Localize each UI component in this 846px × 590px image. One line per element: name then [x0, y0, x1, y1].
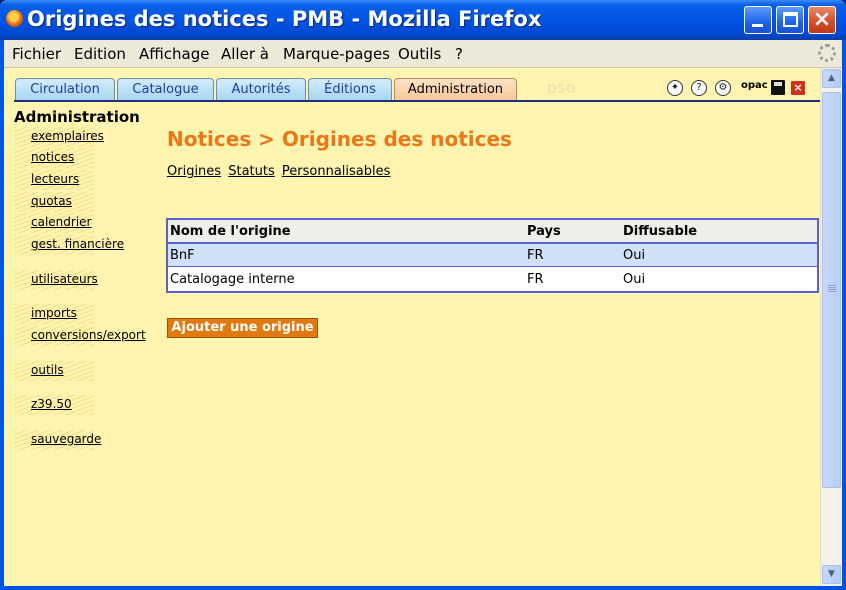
ghost-tab-label: DSO: [547, 82, 576, 96]
add-origin-button[interactable]: Ajouter une origine: [167, 318, 318, 338]
origins-table: Nom de l'origine Pays Diffusable BnF FR …: [166, 218, 819, 293]
tab-administration[interactable]: Administration: [394, 78, 517, 100]
cell-origin-name: BnF: [170, 248, 195, 263]
sidebar-item-exemplaires[interactable]: exemplaires: [14, 127, 154, 149]
menu-help[interactable]: ?: [455, 45, 463, 63]
sidebar-item-utilisateurs[interactable]: utilisateurs: [14, 270, 154, 292]
window-title: Origines des notices - PMB - Mozilla Fir…: [27, 7, 542, 31]
menu-outils[interactable]: Outils: [398, 45, 441, 63]
vertical-scrollbar[interactable]: ▲ ▼: [820, 68, 842, 586]
table-row[interactable]: BnF FR Oui: [168, 244, 817, 267]
tab-editions[interactable]: Éditions: [308, 78, 392, 100]
sidebar-item-sauvegarde[interactable]: sauvegarde: [14, 430, 154, 452]
menu-bar: Fichier Edition Affichage Aller à Marque…: [4, 40, 842, 68]
sidebar-link[interactable]: outils: [31, 363, 64, 377]
column-header-name: Nom de l'origine: [170, 224, 291, 239]
help-icon[interactable]: ?: [691, 80, 707, 96]
sidebar-link[interactable]: quotas: [31, 194, 72, 208]
firefox-icon: [6, 10, 23, 27]
close-window-button[interactable]: ×: [808, 6, 836, 34]
opac-icon[interactable]: opac: [741, 80, 768, 91]
sidebar-item-outils[interactable]: outils: [14, 361, 154, 383]
sidebar-link[interactable]: notices: [31, 150, 74, 164]
scroll-thumb[interactable]: [822, 92, 841, 488]
column-header-country: Pays: [527, 224, 561, 239]
preferences-icon[interactable]: ⚙: [715, 80, 731, 96]
save-icon[interactable]: [771, 80, 785, 95]
minimize-icon: [752, 24, 763, 27]
compass-icon[interactable]: ✦: [667, 80, 683, 96]
tab-catalogue[interactable]: Catalogue: [117, 78, 214, 100]
scroll-up-button[interactable]: ▲: [822, 69, 841, 88]
menu-fichier[interactable]: Fichier: [12, 45, 61, 63]
close-icon: ×: [812, 7, 832, 32]
sidebar-item-quotas[interactable]: quotas: [14, 192, 154, 214]
column-header-diffusable: Diffusable: [623, 224, 698, 239]
sidebar-link[interactable]: lecteurs: [31, 172, 79, 186]
sidebar-link[interactable]: gest. financière: [31, 237, 124, 251]
cell-diffusable: Oui: [623, 248, 646, 263]
tabs-underline: [14, 100, 820, 102]
link-personnalisables[interactable]: Personnalisables: [282, 164, 391, 179]
sidebar-item-notices[interactable]: notices: [14, 148, 154, 170]
maximize-icon: [783, 12, 798, 27]
sidebar-link[interactable]: exemplaires: [31, 129, 104, 143]
throbber-icon: [818, 44, 836, 62]
sidebar-item-conversions-export[interactable]: conversions/export: [14, 326, 154, 348]
sidebar-item-lecteurs[interactable]: lecteurs: [14, 170, 154, 192]
grip-icon: [828, 285, 836, 292]
sidebar-link[interactable]: imports: [31, 306, 77, 320]
cell-country: FR: [527, 272, 544, 287]
sidebar-item-calendrier[interactable]: calendrier: [14, 213, 154, 235]
sidebar-item-gest-financiere[interactable]: gest. financière: [14, 235, 154, 257]
tab-circulation[interactable]: Circulation: [15, 78, 115, 100]
menu-aller-a[interactable]: Aller à: [221, 45, 269, 63]
page-title: Notices > Origines des notices: [167, 127, 512, 151]
link-origines[interactable]: Origines: [167, 164, 221, 179]
cell-country: FR: [527, 248, 544, 263]
browser-window: Origines des notices - PMB - Mozilla Fir…: [0, 0, 846, 590]
cell-diffusable: Oui: [623, 272, 646, 287]
cell-origin-name: Catalogage interne: [170, 272, 295, 287]
table-header: Nom de l'origine Pays Diffusable: [168, 220, 817, 244]
sidebar-link[interactable]: z39.50: [31, 397, 72, 411]
page-content: Circulation Catalogue Autorités Éditions…: [4, 68, 820, 586]
link-statuts[interactable]: Statuts: [228, 164, 275, 179]
sidebar-link[interactable]: sauvegarde: [31, 432, 101, 446]
menu-marque-pages[interactable]: Marque-pages: [283, 45, 390, 63]
scroll-down-button[interactable]: ▼: [822, 565, 841, 584]
sidebar-item-imports[interactable]: imports: [14, 304, 154, 326]
minimize-button[interactable]: [744, 6, 772, 34]
tab-autorites[interactable]: Autorités: [216, 78, 306, 100]
sidebar-link[interactable]: conversions/export: [31, 328, 146, 342]
title-bar[interactable]: Origines des notices - PMB - Mozilla Fir…: [0, 0, 846, 40]
menu-affichage[interactable]: Affichage: [139, 45, 209, 63]
sidebar-link[interactable]: utilisateurs: [31, 272, 98, 286]
sidebar-link[interactable]: calendrier: [31, 215, 91, 229]
table-row[interactable]: Catalogage interne FR Oui: [168, 268, 817, 291]
maximize-button[interactable]: [776, 6, 804, 34]
sidebar-title: Administration: [14, 108, 140, 126]
sub-navigation: Origines Statuts Personnalisables: [167, 164, 393, 179]
sidebar-item-z3950[interactable]: z39.50: [14, 395, 154, 417]
menu-edition[interactable]: Edition: [74, 45, 126, 63]
close-icon[interactable]: ×: [791, 81, 805, 95]
